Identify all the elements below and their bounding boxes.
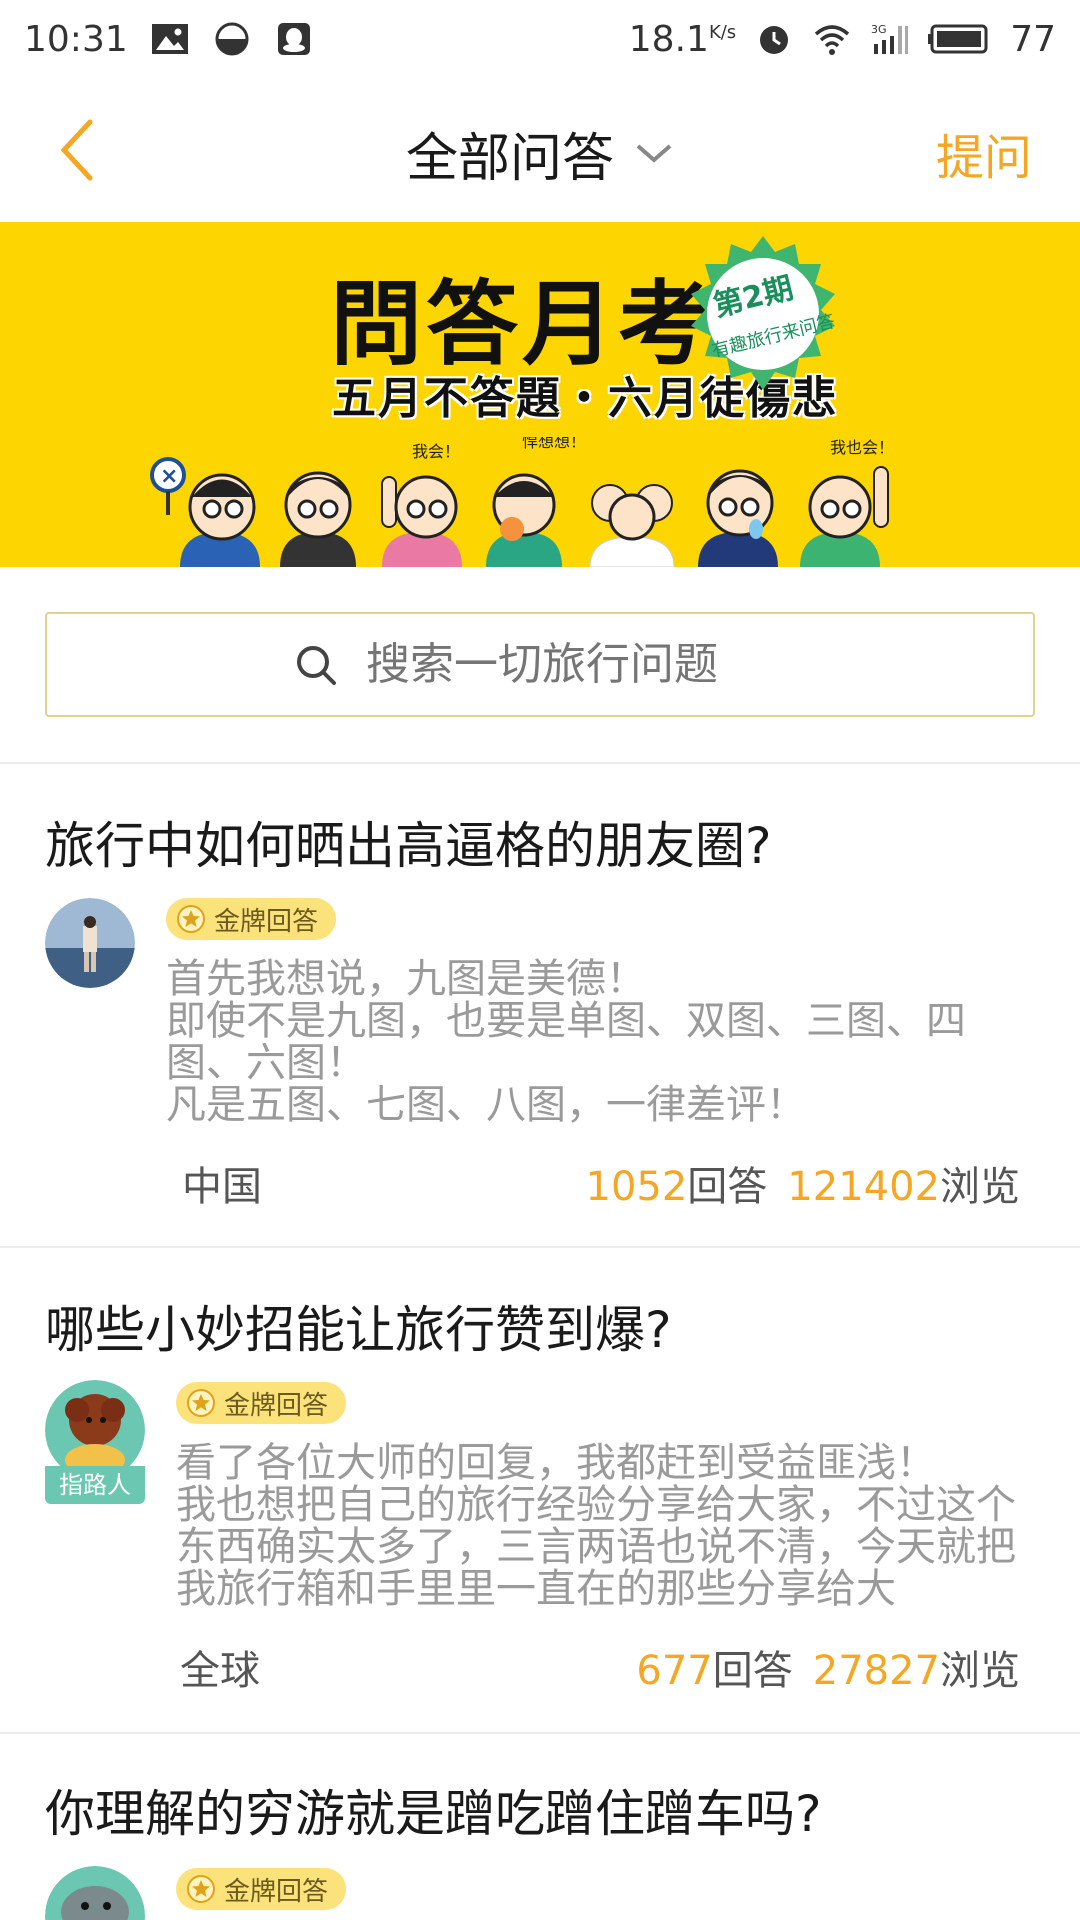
search-bar[interactable] <box>45 612 1035 717</box>
question-title[interactable]: 哪些小妙招能让旅行赞到爆? <box>45 1290 672 1362</box>
gold-answer-badge: 金牌回答 <box>176 1382 347 1424</box>
question-card[interactable]: 哪些小妙招能让旅行赞到爆? 指路人 金牌回答 看了各位大师的回复，我都赶到受益匪… <box>0 1248 1080 1732</box>
view-count: 27827浏览 <box>812 1648 1020 1694</box>
svg-text:悍想想！: 悍想想！ <box>522 437 586 451</box>
network-speed: 18.1K/s <box>628 18 737 60</box>
star-icon <box>187 1389 215 1417</box>
user-avatar[interactable] <box>45 1866 145 1920</box>
data-saver-icon <box>215 22 249 56</box>
question-title[interactable]: 你理解的穷游就是蹭吃蹭住蹭车吗? <box>45 1774 822 1846</box>
status-time: 10:31 <box>24 18 128 60</box>
question-title[interactable]: 旅行中如何晒出高逼格的朋友圈? <box>45 806 772 878</box>
search-icon <box>297 645 336 685</box>
alarm-icon <box>760 26 789 54</box>
promo-banner[interactable]: 問答月考 五月不答題・六月徒傷悲 第2期 有趣旅行来问答 × 我会！ 悍想想！ <box>0 222 1080 567</box>
status-bar: 10:31 18.1K/s 3G 77 <box>0 0 1080 78</box>
answer-excerpt[interactable]: 看了各位大师的回复，我都赶到受益匪浅！ 我也想把自己的旅行经验分享给大家，不过这… <box>176 1442 1026 1610</box>
image-icon <box>151 24 188 54</box>
svg-text:×: × <box>160 464 178 489</box>
wifi-icon <box>815 25 850 55</box>
answer-excerpt[interactable]: 首先我想说，九图是美德！ 即使不是九图，也要是单图、双图、三图、四图、六图！ 凡… <box>166 958 1026 1130</box>
battery-icon <box>928 24 988 54</box>
cartoon-characters-illustration: × 我会！ 悍想想！ 我也会！ <box>150 437 894 567</box>
svg-text:3G: 3G <box>871 23 887 36</box>
ask-question-button[interactable]: 提问 <box>936 118 1032 188</box>
question-card[interactable]: 旅行中如何晒出高逼格的朋友圈? 金牌回答 首先我想说，九图是美德！ 即使不是九图… <box>0 764 1080 1246</box>
user-avatar[interactable] <box>45 1380 145 1480</box>
gold-answer-badge: 金牌回答 <box>176 1868 347 1910</box>
signal-icon: 3G <box>871 23 909 54</box>
battery-level: 77 <box>1010 18 1056 60</box>
question-card[interactable]: 你理解的穷游就是蹭吃蹭住蹭车吗? 金牌回答 <box>0 1734 1080 1920</box>
nav-bar: 全部问答 提问 <box>0 78 1080 220</box>
user-avatar[interactable] <box>45 898 135 988</box>
star-icon <box>187 1875 215 1903</box>
view-count: 121402浏览 <box>787 1164 1020 1210</box>
question-stats: 1052回答 121402浏览 <box>586 1154 1021 1212</box>
svg-text:我会！: 我会！ <box>412 442 460 461</box>
qq-icon <box>277 23 310 55</box>
answer-count: 677回答 <box>636 1648 793 1694</box>
guide-tag: 指路人 <box>45 1466 145 1504</box>
chevron-down-icon <box>636 143 672 163</box>
page-title: 全部问答 <box>405 129 614 189</box>
question-location: 全球 <box>180 1648 260 1694</box>
gold-answer-badge: 金牌回答 <box>166 898 337 940</box>
question-location: 中国 <box>182 1164 262 1210</box>
answer-count: 1052回答 <box>585 1164 768 1210</box>
svg-text:我也会！: 我也会！ <box>830 438 894 457</box>
question-stats: 677回答 27827浏览 <box>636 1638 1020 1696</box>
star-icon <box>177 905 205 933</box>
page-title-dropdown[interactable]: 全部问答 <box>0 116 1080 191</box>
search-input[interactable] <box>366 639 786 690</box>
